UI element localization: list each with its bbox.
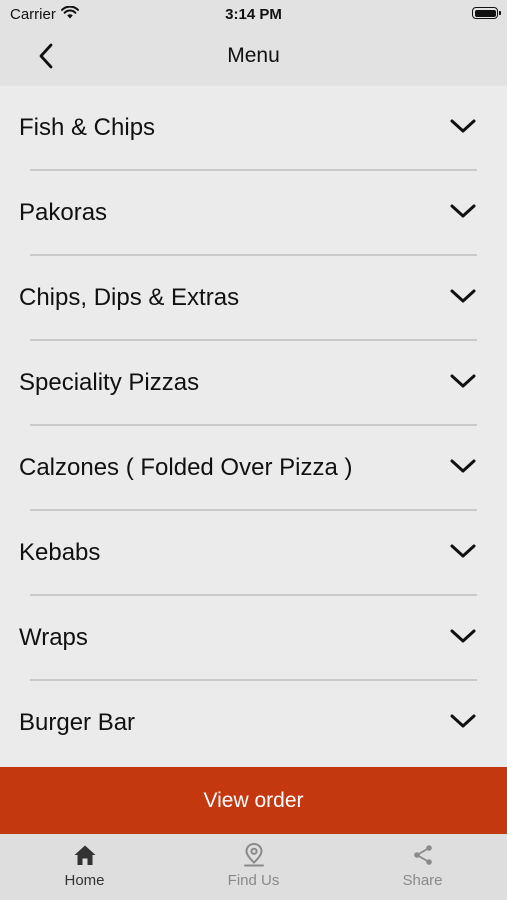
- menu-category-row[interactable]: Pakoras: [0, 171, 507, 256]
- menu-category-label: Calzones ( Folded Over Pizza ): [19, 454, 353, 481]
- menu-category-row[interactable]: Wraps: [0, 596, 507, 681]
- tab-share[interactable]: Share: [338, 834, 507, 900]
- menu-category-label: Pakoras: [19, 199, 108, 226]
- page-title: Menu: [227, 44, 280, 67]
- status-time: 3:14 PM: [225, 6, 282, 23]
- back-button[interactable]: [30, 40, 62, 72]
- chevron-down-icon: [450, 289, 476, 303]
- share-icon: [412, 842, 434, 868]
- chevron-left-icon: [39, 43, 53, 69]
- chevron-down-icon: [450, 459, 476, 473]
- tab-home[interactable]: Home: [0, 834, 169, 900]
- tab-find-us[interactable]: Find Us: [169, 834, 338, 900]
- menu-category-label: Burger Bar: [19, 709, 136, 736]
- menu-category-row[interactable]: Fish & Chips: [0, 86, 507, 171]
- menu-category-label: Speciality Pizzas: [19, 369, 200, 396]
- menu-category-row[interactable]: Chips, Dips & Extras: [0, 256, 507, 341]
- tab-bar: Home Find Us Share: [0, 834, 507, 900]
- chevron-down-icon: [450, 544, 476, 558]
- chevron-down-icon: [450, 374, 476, 388]
- battery-icon: [472, 7, 501, 19]
- menu-category-row[interactable]: Kebabs: [0, 511, 507, 596]
- status-bar: Carrier 3:14 PM: [0, 0, 507, 28]
- menu-category-row[interactable]: Burger Bar: [0, 681, 507, 766]
- menu-category-label: Wraps: [19, 624, 88, 651]
- menu-category-row[interactable]: Calzones ( Folded Over Pizza ): [0, 426, 507, 511]
- view-order-button[interactable]: View order: [0, 767, 507, 834]
- tab-share-label: Share: [402, 872, 443, 889]
- menu-category-label: Fish & Chips: [19, 114, 156, 141]
- chevron-down-icon: [450, 714, 476, 728]
- menu-category-list: Fish & Chips Pakoras Chips, Dips & Extra…: [0, 86, 507, 766]
- navigation-bar: Menu: [0, 28, 507, 86]
- view-order-label: View order: [203, 788, 304, 812]
- menu-category-label: Kebabs: [19, 539, 101, 566]
- menu-category-label: Chips, Dips & Extras: [19, 284, 240, 311]
- tab-find-us-label: Find Us: [227, 872, 280, 889]
- chevron-down-icon: [450, 204, 476, 218]
- chevron-down-icon: [450, 119, 476, 133]
- location-pin-icon: [242, 842, 266, 868]
- home-icon: [73, 842, 97, 868]
- tab-home-label: Home: [64, 872, 105, 889]
- chevron-down-icon: [450, 629, 476, 643]
- menu-category-row[interactable]: Speciality Pizzas: [0, 341, 507, 426]
